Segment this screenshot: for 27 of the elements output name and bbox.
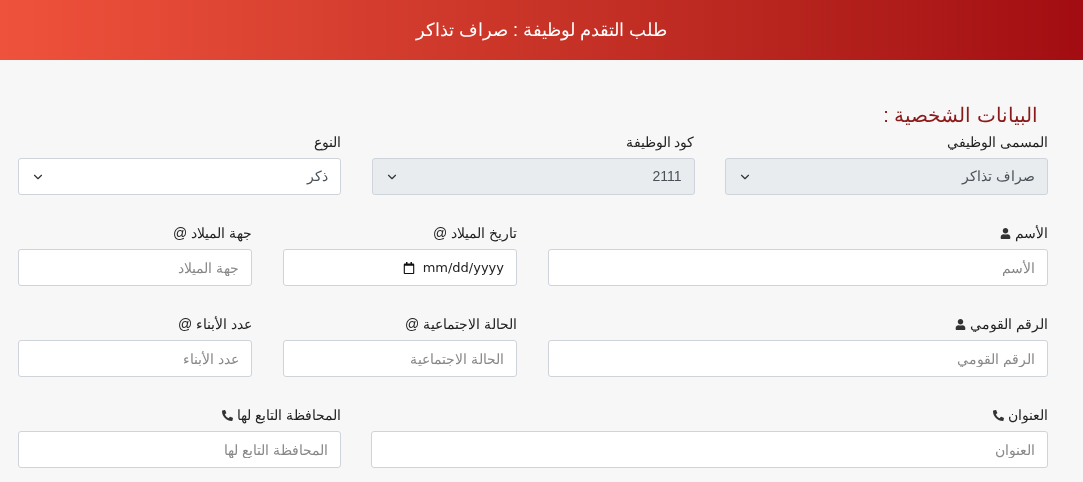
person-icon [1000, 227, 1011, 239]
field-label: الرقم القومي [970, 314, 1048, 335]
input-field[interactable]: الرقم القومي [548, 340, 1048, 377]
calendar-icon [402, 261, 415, 274]
field-label: الأسم [1015, 223, 1048, 244]
input-field[interactable]: المحافظة التابع لها [18, 431, 341, 468]
field-label: تاريخ الميلاد @ [433, 223, 517, 244]
input-field[interactable]: عدد الأبناء [18, 340, 252, 377]
field-label: العنوان [1008, 405, 1048, 426]
field-label: كود الوظيفة [625, 132, 695, 153]
field-label: النوع [314, 132, 341, 153]
field-label: المسمى الوظيفي [947, 132, 1048, 153]
person-icon [955, 318, 967, 330]
phone-icon [993, 409, 1004, 421]
field-label: جهة الميلاد @ [173, 223, 252, 244]
page-title: طلب التقدم لوظيفة : صراف تذاكر [416, 18, 667, 43]
field-label: الحالة الاجتماعية @ [405, 314, 517, 334]
input-field[interactable]: جهة الميلاد [18, 249, 252, 286]
date-field[interactable]: mm/dd/yyyy [283, 249, 517, 286]
field-label: المحافظة التابع لها [237, 405, 341, 426]
input-field[interactable]: الحالة الاجتماعية [283, 340, 517, 377]
section-title: البيانات الشخصية : [883, 104, 1038, 126]
input-field[interactable]: الأسم [548, 249, 1048, 286]
select-field[interactable]: ذكر [18, 158, 341, 195]
input-field[interactable]: العنوان [371, 431, 1048, 468]
phone-icon [222, 409, 234, 421]
field-label: عدد الأبناء @ [178, 314, 252, 334]
